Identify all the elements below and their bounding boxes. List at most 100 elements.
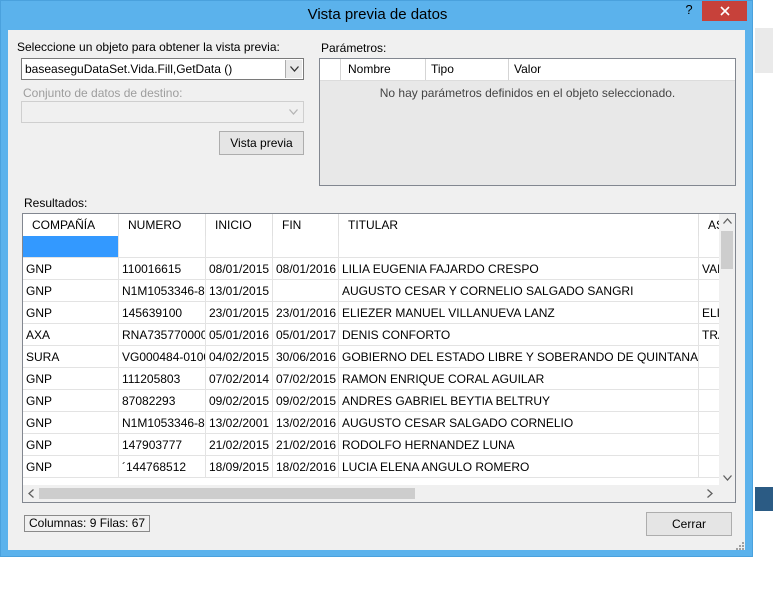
col-fin[interactable]: FIN: [273, 214, 339, 236]
cell-compania[interactable]: GNP: [23, 456, 119, 478]
source-select[interactable]: baseaseguDataSet.Vida.Fill,GetData (): [21, 58, 304, 80]
col-as[interactable]: AS: [699, 214, 721, 236]
table-row[interactable]: GNP 145639100 23/01/2015 23/01/2016 ELIEZER …: [23, 302, 721, 324]
cell-fin[interactable]: [273, 236, 339, 258]
cell-numero[interactable]: [119, 236, 206, 258]
cell-fin[interactable]: 21/02/2016: [273, 434, 339, 456]
scroll-down-icon[interactable]: [723, 472, 732, 484]
table-row[interactable]: GNP 87082293 09/02/2015 09/02/2015 ANDRES GA…: [23, 390, 721, 412]
cell-compania[interactable]: GNP: [23, 368, 119, 390]
cell-numero[interactable]: 110016615: [119, 258, 206, 280]
vertical-scroll-thumb[interactable]: [721, 231, 733, 269]
col-titular[interactable]: TITULAR: [339, 214, 699, 236]
cell-compania[interactable]: GNP: [23, 390, 119, 412]
table-row[interactable]: AXA RNA735770000 05/01/2016 05/01/2017 DENIS…: [23, 324, 721, 346]
cell-compania[interactable]: AXA: [23, 324, 119, 346]
cell-as[interactable]: [699, 412, 721, 434]
cell-numero[interactable]: 111205803: [119, 368, 206, 390]
title-bar[interactable]: Vista previa de datos ?: [1, 1, 754, 29]
col-inicio[interactable]: INICIO: [206, 214, 273, 236]
cell-titular[interactable]: LUCIA ELENA ANGULO ROMERO: [339, 456, 699, 478]
preview-button[interactable]: Vista previa: [219, 131, 304, 155]
source-dropdown-button[interactable]: [285, 60, 302, 78]
table-row[interactable]: GNP N1M1053346-8 13/01/2015 AUGUSTO CESAR Y…: [23, 280, 721, 302]
table-row[interactable]: GNP 147903777 21/02/2015 21/02/2016 RODOLFO …: [23, 434, 721, 456]
cell-inicio[interactable]: 08/01/2015: [206, 258, 273, 280]
cell-titular[interactable]: GOBIERNO DEL ESTADO LIBRE Y SOBERANDO DE…: [339, 346, 699, 368]
cell-fin[interactable]: 07/02/2015: [273, 368, 339, 390]
table-row[interactable]: GNP 111205803 07/02/2014 07/02/2015 RAMON EN…: [23, 368, 721, 390]
table-row[interactable]: GNP 110016615 08/01/2015 08/01/2016 LILIA EU…: [23, 258, 721, 280]
scroll-up-icon[interactable]: [723, 215, 732, 227]
cell-inicio[interactable]: 23/01/2015: [206, 302, 273, 324]
cell-inicio[interactable]: 04/02/2015: [206, 346, 273, 368]
cell-inicio[interactable]: 09/02/2015: [206, 390, 273, 412]
cell-numero[interactable]: N1M1053346-8: [119, 280, 206, 302]
cell-inicio[interactable]: 07/02/2014: [206, 368, 273, 390]
horizontal-scroll-thumb[interactable]: [39, 488, 415, 499]
cell-titular[interactable]: RODOLFO HERNANDEZ LUNA: [339, 434, 699, 456]
cell-titular[interactable]: AUGUSTO CESAR SALGADO CORNELIO: [339, 412, 699, 434]
cell-compania[interactable]: [23, 236, 119, 258]
col-compania[interactable]: COMPAÑÍA: [23, 214, 119, 236]
param-col-tipo[interactable]: Tipo: [427, 59, 509, 80]
table-row[interactable]: GNP ´144768512 18/09/2015 18/02/2016 LUCIA E…: [23, 456, 721, 478]
cell-compania[interactable]: GNP: [23, 412, 119, 434]
cell-fin[interactable]: 08/01/2016: [273, 258, 339, 280]
cell-titular[interactable]: ANDRES GABRIEL BEYTIA BELTRUY: [339, 390, 699, 412]
resize-grip-icon[interactable]: [736, 542, 744, 550]
cell-inicio[interactable]: 13/02/2001: [206, 412, 273, 434]
cell-numero[interactable]: 147903777: [119, 434, 206, 456]
cell-fin[interactable]: 13/02/2016: [273, 412, 339, 434]
cell-inicio[interactable]: 18/09/2015: [206, 456, 273, 478]
cell-as[interactable]: [699, 456, 721, 478]
cell-titular[interactable]: AUGUSTO CESAR Y CORNELIO SALGADO SANGRI: [339, 280, 699, 302]
cell-as[interactable]: [699, 236, 721, 258]
cell-fin[interactable]: 23/01/2016: [273, 302, 339, 324]
close-window-button[interactable]: [702, 1, 747, 21]
new-row[interactable]: [23, 236, 721, 258]
cell-numero[interactable]: 145639100: [119, 302, 206, 324]
cell-compania[interactable]: SURA: [23, 346, 119, 368]
cell-as[interactable]: [699, 346, 721, 368]
cell-titular[interactable]: LILIA EUGENIA FAJARDO CRESPO: [339, 258, 699, 280]
results-grid[interactable]: COMPAÑÍA NUMERO INICIO FIN TITULAR AS GN…: [22, 213, 736, 503]
cell-inicio[interactable]: 13/01/2015: [206, 280, 273, 302]
cell-inicio[interactable]: [206, 236, 273, 258]
cell-fin[interactable]: 09/02/2015: [273, 390, 339, 412]
cell-compania[interactable]: GNP: [23, 258, 119, 280]
cell-titular[interactable]: [339, 236, 699, 258]
cell-fin[interactable]: 05/01/2017: [273, 324, 339, 346]
cell-as[interactable]: [699, 368, 721, 390]
vertical-scrollbar[interactable]: [719, 214, 735, 486]
cell-as[interactable]: VAL: [699, 258, 721, 280]
cell-as[interactable]: [699, 434, 721, 456]
cell-titular[interactable]: ELIEZER MANUEL VILLANUEVA LANZ: [339, 302, 699, 324]
scroll-left-icon[interactable]: [28, 489, 34, 501]
cell-compania[interactable]: GNP: [23, 434, 119, 456]
horizontal-scrollbar[interactable]: [23, 485, 735, 502]
cell-fin[interactable]: 18/02/2016: [273, 456, 339, 478]
close-button[interactable]: Cerrar: [646, 512, 732, 536]
param-col-valor[interactable]: Valor: [510, 59, 610, 80]
cell-inicio[interactable]: 05/01/2016: [206, 324, 273, 346]
cell-compania[interactable]: GNP: [23, 280, 119, 302]
col-numero[interactable]: NUMERO: [119, 214, 206, 236]
cell-numero[interactable]: 87082293: [119, 390, 206, 412]
help-button[interactable]: ?: [677, 1, 701, 21]
scroll-right-icon[interactable]: [707, 489, 713, 501]
param-col-nombre[interactable]: Nombre: [344, 59, 426, 80]
cell-as[interactable]: TRA: [699, 324, 721, 346]
table-row[interactable]: SURA VG000484-0100 04/02/2015 30/06/2016 GOB…: [23, 346, 721, 368]
cell-fin[interactable]: 30/06/2016: [273, 346, 339, 368]
table-row[interactable]: GNP N1M1053346-8 13/02/2001 13/02/2016 AUGUS…: [23, 412, 721, 434]
cell-numero[interactable]: ´144768512: [119, 456, 206, 478]
cell-compania[interactable]: GNP: [23, 302, 119, 324]
cell-numero[interactable]: N1M1053346-8: [119, 412, 206, 434]
cell-titular[interactable]: DENIS CONFORTO: [339, 324, 699, 346]
cell-as[interactable]: [699, 280, 721, 302]
cell-titular[interactable]: RAMON ENRIQUE CORAL AGUILAR: [339, 368, 699, 390]
cell-numero[interactable]: RNA735770000: [119, 324, 206, 346]
cell-as[interactable]: [699, 390, 721, 412]
cell-as[interactable]: ELIE: [699, 302, 721, 324]
